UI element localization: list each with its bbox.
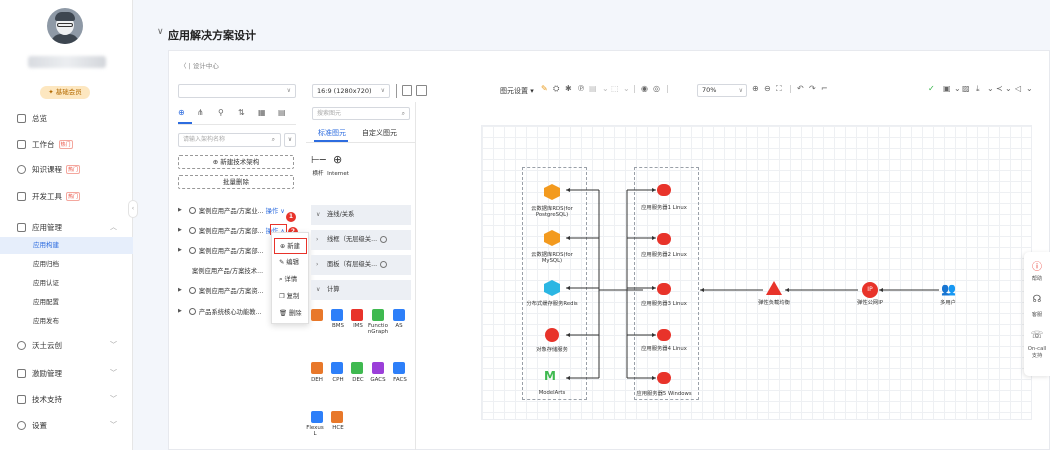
server-icon[interactable]	[657, 329, 671, 341]
server-icon[interactable]	[657, 372, 671, 384]
phone-icon[interactable]: ☏	[1024, 330, 1050, 341]
help-label[interactable]: 帮助	[1024, 274, 1050, 282]
customer-service-label[interactable]: 客服	[1024, 310, 1050, 318]
node-label: 应用服务器5 Windows	[636, 391, 692, 397]
node-label: 应用服务器3 Linux	[641, 301, 687, 307]
connector-lines	[566, 188, 939, 380]
server-icon[interactable]	[657, 233, 671, 245]
server-icon[interactable]	[657, 184, 671, 196]
node-label: 应用服务器4 Linux	[641, 346, 687, 352]
node-label: 多用户	[940, 300, 956, 306]
node-label: 弹性公网IP	[857, 300, 883, 306]
modelarts-icon[interactable]: M	[544, 369, 556, 383]
obs-icon[interactable]	[545, 328, 559, 342]
elb-icon[interactable]	[766, 281, 782, 295]
help-icon[interactable]: ⓘ	[1024, 258, 1050, 273]
server-icon[interactable]	[657, 283, 671, 295]
headset-icon[interactable]: ☊	[1024, 294, 1050, 305]
node-label: 应用服务器2 Linux	[641, 252, 687, 258]
node-label: 弹性负载均衡	[758, 300, 790, 306]
node-label: ModelArts	[538, 390, 566, 396]
node-label: 云数据库RDS(for MySQL)	[531, 252, 573, 264]
eip-icon[interactable]: IP	[862, 282, 878, 298]
users-icon[interactable]: 👥	[941, 282, 956, 296]
node-label: 应用服务器1 Linux	[641, 205, 687, 211]
node-label: 云数据库RDS(for PostgreSQL)	[531, 206, 573, 218]
oncall-label[interactable]: On-call 支持	[1024, 346, 1050, 360]
node-label: 对象存储服务	[536, 347, 568, 353]
right-float-panel: ⓘ 帮助 ☊ 客服 ☏ On-call 支持	[1024, 252, 1050, 376]
node-label: 分布式缓存服务Redis	[526, 301, 578, 307]
